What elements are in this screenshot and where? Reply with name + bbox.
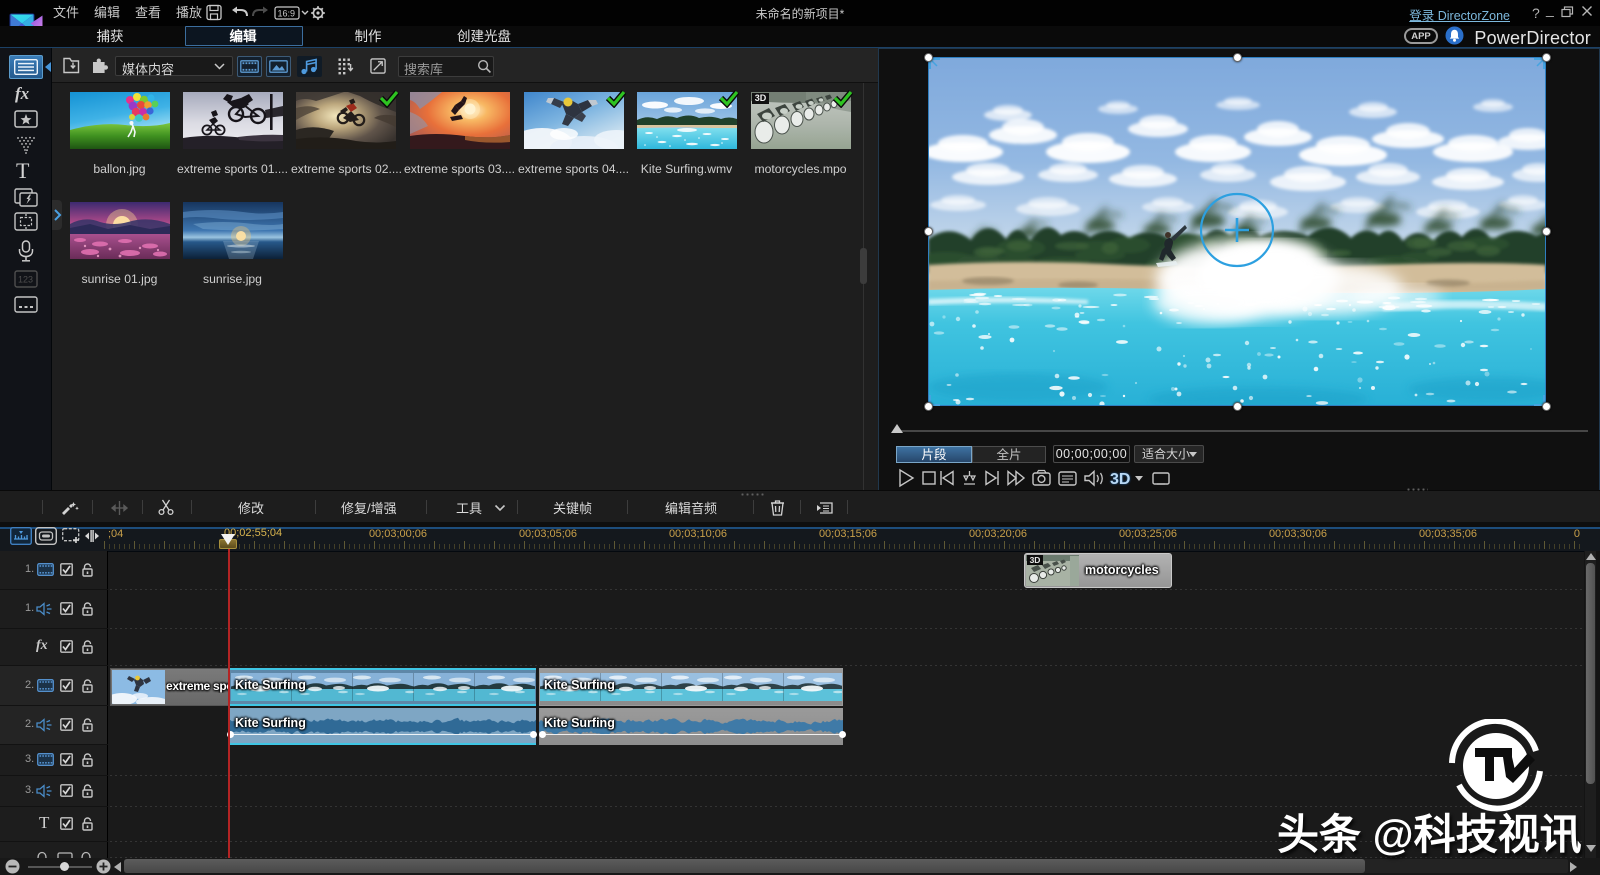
svg-text:16:9: 16:9 <box>278 9 296 19</box>
svg-text:123: 123 <box>18 275 33 285</box>
svg-text:3D: 3D <box>1110 471 1130 488</box>
